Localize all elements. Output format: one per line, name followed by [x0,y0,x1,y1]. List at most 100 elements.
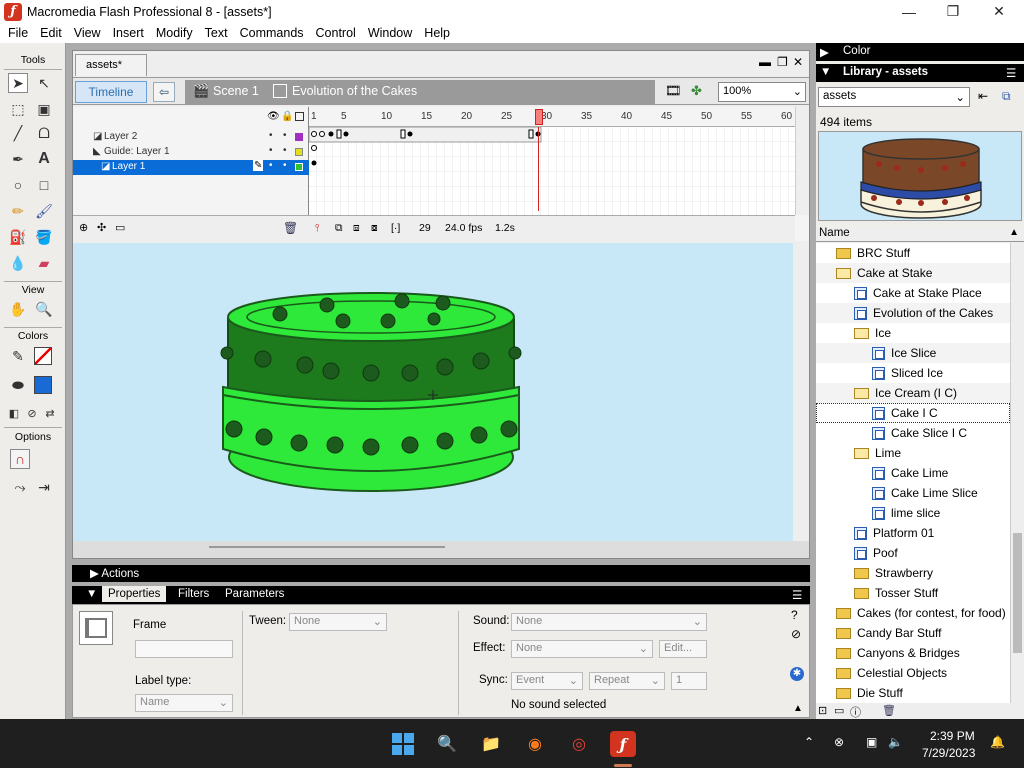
brush-tool-icon[interactable]: 🖌 [34,201,54,221]
new-folder-icon[interactable]: ▭ [834,704,844,717]
library-item[interactable]: Cakes (for contest, for food) [816,603,1010,623]
panel-menu-icon[interactable]: ☰ [792,588,802,602]
library-item[interactable]: Cake at Stake [816,263,1010,283]
tray-chevron-up-icon[interactable]: ⌃ [804,735,814,749]
layer-row-selected[interactable]: ◪ Layer 1 ✎ • • [73,160,309,175]
menu-edit[interactable]: Edit [34,26,68,40]
library-item[interactable]: Cake Lime [816,463,1010,483]
menu-help[interactable]: Help [418,26,456,40]
sort-icon[interactable]: ▲ [1009,227,1019,238]
new-library-icon[interactable]: ⧉ [1002,89,1011,104]
library-item[interactable]: Cake Lime Slice [816,483,1010,503]
file-explorer-icon[interactable]: 📁 [478,731,504,757]
stroke-color-swatch[interactable] [34,347,52,365]
stage-vscroll[interactable] [795,243,809,541]
tween-select[interactable]: None ⌄ [289,613,387,631]
delete-item-icon[interactable]: 🗑 [882,704,896,717]
layer-row[interactable]: ◪ Layer 2 • • [73,130,309,145]
back-arrow-icon[interactable]: ⇦ [153,82,175,102]
minimize-button[interactable]: — [886,0,932,23]
edit-multiple-icon[interactable]: ⧇ [371,222,378,235]
library-item[interactable]: Lime [816,443,1010,463]
library-item[interactable]: Ice Slice [816,343,1010,363]
zoom-select[interactable]: 100% ⌄ [718,82,806,102]
straighten-icon[interactable]: ⇥ [34,477,54,497]
display-icon[interactable]: ▣ [866,735,877,749]
menu-file[interactable]: File [2,26,34,40]
edit-symbols-icon[interactable]: ✤ [691,83,702,99]
menu-modify[interactable]: Modify [150,26,199,40]
tab-properties[interactable]: Properties [102,586,167,602]
layer-row[interactable]: ◣ Guide: Layer 1 • • [73,145,309,160]
doc-restore-icon[interactable]: ❐ [777,55,788,69]
doc-close-icon[interactable]: ✕ [793,55,803,69]
onion-outline-icon[interactable]: ⧈ [353,222,360,235]
new-symbol-icon[interactable]: ⊡ [818,704,827,717]
color-panel-header[interactable]: ▶ Color [816,43,1024,61]
firefox-icon[interactable]: ◉ [522,731,548,757]
line-tool-icon[interactable]: ╱ [8,123,28,143]
fill-transform-tool-icon[interactable]: ▣ [34,99,54,119]
search-icon[interactable]: 🔍 [434,731,460,757]
menu-commands[interactable]: Commands [234,26,310,40]
library-item[interactable]: Tosser Stuff [816,583,1010,603]
sound-select[interactable]: None ⌄ [511,613,707,631]
panel-menu-icon[interactable]: ☰ [1006,66,1016,80]
label-type-select[interactable]: Name ⌄ [135,694,233,712]
paint-bucket-tool-icon[interactable]: 🪣 [34,227,54,247]
sync-select[interactable]: Event ⌄ [511,672,583,690]
library-item[interactable]: Sliced Ice [816,363,1010,383]
free-transform-tool-icon[interactable]: ⬚ [8,99,28,119]
network-icon[interactable]: ⊗ [834,735,844,749]
center-frame-icon[interactable]: ⫯ [315,222,320,235]
oval-tool-icon[interactable]: ○ [8,175,28,195]
lock-icon[interactable]: 🔒 [281,111,293,122]
volume-icon[interactable]: 🔈 [888,735,903,749]
add-folder-icon[interactable]: ▭ [115,221,125,234]
playhead[interactable] [535,109,543,125]
pin-library-icon[interactable]: ⇤ [978,89,988,103]
edit-button[interactable]: Edit... [659,640,707,658]
eyedropper-tool-icon[interactable]: 💧 [8,253,28,273]
menu-insert[interactable]: Insert [107,26,150,40]
properties-icon[interactable]: ⓘ [850,704,861,720]
library-item[interactable]: Canyons & Bridges [816,643,1010,663]
edit-scene-icon[interactable]: 🎞 [665,83,682,99]
snap-magnet-icon[interactable]: ∩ [10,449,30,469]
add-guide-icon[interactable]: ✣ [97,221,106,234]
fill-color-icon[interactable]: ⬬ [8,375,28,395]
maximize-button[interactable]: ❐ [930,0,976,23]
eraser-tool-icon[interactable]: ▰ [34,253,54,273]
collapse-up-icon[interactable]: ▲ [793,703,803,714]
tab-parameters[interactable]: Parameters [225,588,284,600]
library-item[interactable]: Candy Bar Stuff [816,623,1010,643]
text-tool-icon[interactable]: A [34,149,54,169]
code-hint-icon[interactable]: ⊘ [791,627,801,641]
no-color-icon[interactable]: ⊘ [22,403,42,423]
library-item[interactable]: Ice [816,323,1010,343]
frame-ruler[interactable]: 1 5 10 15 20 25 30 35 40 45 50 55 60 [309,107,795,127]
chrome-icon[interactable]: ◎ [566,731,592,757]
library-item[interactable]: Cake I C [816,403,1010,423]
library-item[interactable]: lime slice [816,503,1010,523]
library-panel-header[interactable]: ▼ Library - assets ☰ [816,64,1024,82]
modify-markers-icon[interactable]: [·] [391,222,400,234]
pen-tool-icon[interactable]: ✒ [8,149,28,169]
stage[interactable] [73,243,793,541]
menu-text[interactable]: Text [199,26,234,40]
library-item[interactable]: BRC Stuff [816,243,1010,263]
eye-icon[interactable]: 👁 [267,111,280,122]
accessibility-icon[interactable]: ✱ [790,667,804,681]
library-item[interactable]: Poof [816,543,1010,563]
delete-layer-icon[interactable]: 🗑 [283,221,298,235]
library-column-header[interactable]: Name ▲ [816,226,1024,242]
library-item[interactable]: Platform 01 [816,523,1010,543]
breadcrumb-scene[interactable]: Scene 1 [213,84,259,98]
zoom-tool-icon[interactable]: 🔍 [34,299,54,319]
stage-hscroll[interactable] [73,541,809,558]
flash-app-icon[interactable]: ƒ [610,731,636,757]
rectangle-tool-icon[interactable]: □ [34,175,54,195]
swap-colors-icon[interactable]: ⇄ [40,403,60,423]
library-item[interactable]: Cake Slice I C [816,423,1010,443]
library-item[interactable]: Evolution of the Cakes [816,303,1010,323]
